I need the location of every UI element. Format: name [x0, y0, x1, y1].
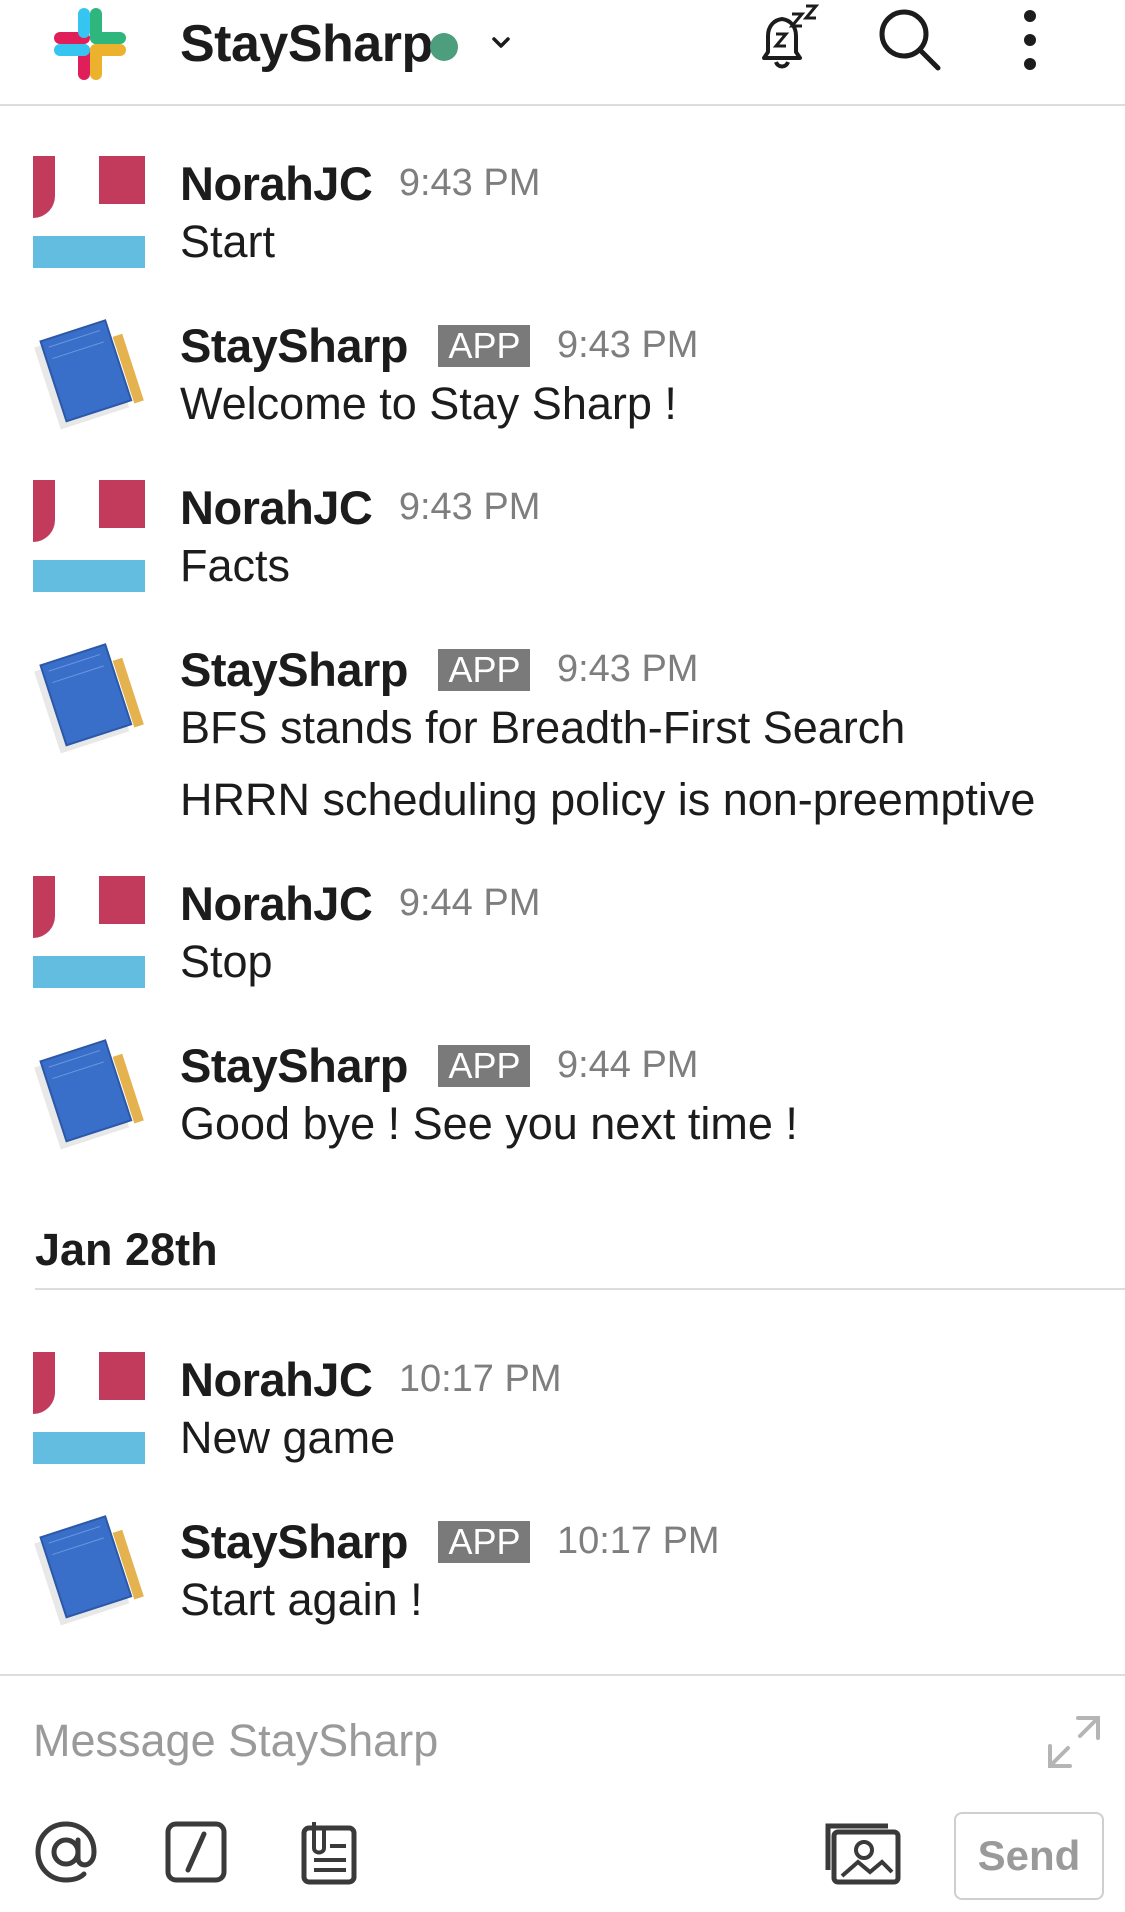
workspace-title[interactable]: StaySharp: [180, 14, 433, 74]
bot-avatar[interactable]: [33, 318, 145, 430]
message-text: HRRN scheduling policy is non-preemptive: [180, 774, 1036, 825]
snooze-bell-icon[interactable]: [752, 2, 824, 74]
app-badge: APP: [438, 1520, 531, 1563]
message-author[interactable]: NorahJC: [180, 156, 373, 211]
message-author[interactable]: NorahJC: [180, 876, 373, 931]
day-divider: [35, 1288, 1125, 1290]
message-text: Stop: [180, 936, 273, 987]
app-badge: APP: [438, 324, 531, 367]
message-text: BFS stands for Breadth-First Search: [180, 702, 906, 753]
message-timestamp: 10:17 PM: [556, 1520, 720, 1562]
day-separator: Jan 28th: [35, 1224, 218, 1275]
message-text: Facts: [180, 540, 291, 591]
search-icon[interactable]: [874, 2, 946, 74]
message-text: Start again !: [180, 1574, 423, 1625]
user-avatar[interactable]: [33, 156, 145, 268]
message-author[interactable]: NorahJC: [180, 1352, 373, 1407]
message-timestamp: 9:44 PM: [556, 1044, 699, 1086]
user-avatar[interactable]: [33, 1352, 145, 1464]
message-timestamp: 9:43 PM: [556, 648, 699, 690]
message-text: Start: [180, 216, 276, 267]
app-badge: APP: [438, 648, 531, 691]
slack-logo[interactable]: [48, 2, 132, 86]
bot-avatar[interactable]: [33, 642, 145, 754]
chevron-down-icon[interactable]: [486, 28, 516, 58]
more-vertical-icon[interactable]: [1010, 2, 1082, 74]
message-text: New game: [180, 1412, 396, 1463]
message-author[interactable]: StaySharp: [180, 1038, 408, 1093]
message-timestamp: 9:43 PM: [398, 486, 541, 528]
message-author[interactable]: StaySharp: [180, 1514, 408, 1569]
user-avatar[interactable]: [33, 480, 145, 592]
presence-indicator: [430, 33, 458, 61]
message-list[interactable]: NorahJC 9:43 PM Start StaySharp APP 9:43…: [0, 108, 1125, 1674]
photo-icon[interactable]: [822, 1818, 904, 1886]
message-timestamp: 10:17 PM: [398, 1358, 562, 1400]
message-text: Welcome to Stay Sharp !: [180, 378, 677, 429]
user-avatar[interactable]: [33, 876, 145, 988]
at-mention-icon[interactable]: [32, 1818, 100, 1886]
message-author[interactable]: StaySharp: [180, 318, 408, 373]
message-author[interactable]: StaySharp: [180, 642, 408, 697]
send-button[interactable]: Send: [954, 1812, 1104, 1900]
message-input[interactable]: [33, 1706, 1013, 1776]
message-composer: Send: [0, 1674, 1125, 1912]
bot-avatar[interactable]: [33, 1514, 145, 1626]
expand-icon[interactable]: [1044, 1712, 1104, 1772]
top-bar: StaySharp: [0, 0, 1125, 106]
slash-command-icon[interactable]: [162, 1818, 230, 1886]
message-timestamp: 9:43 PM: [398, 162, 541, 204]
message-author[interactable]: NorahJC: [180, 480, 373, 535]
message-timestamp: 9:43 PM: [556, 324, 699, 366]
clipboard-icon[interactable]: [296, 1818, 364, 1886]
message-timestamp: 9:44 PM: [398, 882, 541, 924]
bot-avatar[interactable]: [33, 1038, 145, 1150]
message-text: Good bye ! See you next time !: [180, 1098, 798, 1149]
app-badge: APP: [438, 1044, 531, 1087]
